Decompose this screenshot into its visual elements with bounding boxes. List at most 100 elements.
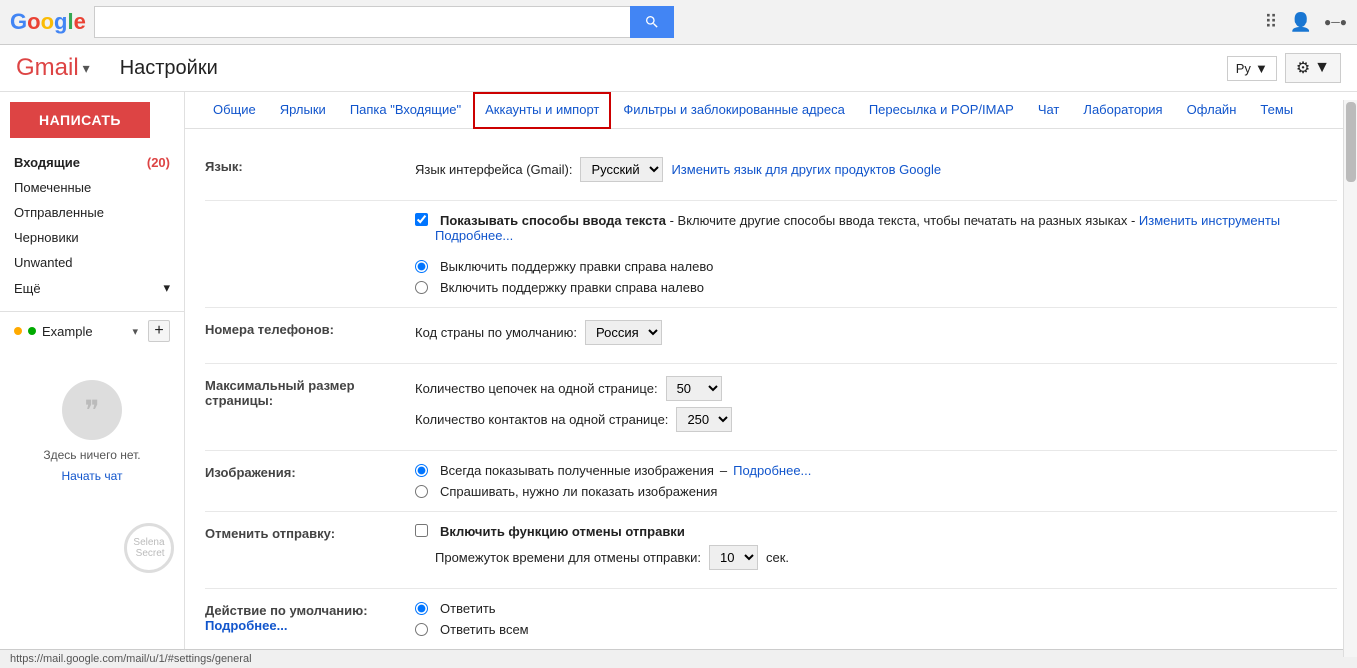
lang-arrow-icon: ▼ bbox=[1255, 61, 1268, 76]
language-select[interactable]: Русский bbox=[580, 157, 663, 182]
images-ask-radio[interactable] bbox=[415, 485, 428, 498]
input-tools-more-link[interactable]: Подробнее... bbox=[435, 228, 513, 243]
phone-control: Код страны по умолчанию: Россия bbox=[415, 320, 1337, 351]
default-action-label: Действие по умолчанию: bbox=[205, 603, 399, 618]
header-right: Ру ▼ ⚙ ▼ bbox=[1227, 53, 1341, 83]
sidebar-item-sent[interactable]: Отправленные bbox=[0, 200, 184, 225]
lang-value: Ру bbox=[1236, 61, 1251, 76]
gear-icon: ⚙ bbox=[1296, 58, 1310, 78]
contacts-per-page-label: Количество контактов на одной странице: bbox=[415, 412, 668, 427]
chat-avatar: ❞ bbox=[62, 380, 122, 440]
tab-lab[interactable]: Лаборатория bbox=[1071, 92, 1174, 129]
search-input[interactable] bbox=[94, 6, 630, 38]
contacts-select[interactable]: 250 50 100 bbox=[676, 407, 732, 432]
threads-select[interactable]: 50 25 100 bbox=[666, 376, 722, 401]
scrollbar-track[interactable] bbox=[1343, 100, 1357, 657]
images-control: Всегда показывать полученные изображения… bbox=[415, 463, 1337, 499]
inbox-count: (20) bbox=[147, 155, 170, 170]
language-control: Язык интерфейса (Gmail): Русский Изменит… bbox=[415, 157, 1337, 188]
search-button[interactable] bbox=[630, 6, 674, 38]
search-icon bbox=[644, 14, 660, 30]
default-action-control: Ответить Ответить всем bbox=[415, 601, 1337, 637]
apps-icon[interactable]: ⠿ bbox=[1264, 12, 1277, 33]
reply-radio[interactable] bbox=[415, 602, 428, 615]
gear-arrow-icon: ▼ bbox=[1314, 59, 1330, 77]
tab-filters[interactable]: Фильтры и заблокированные адреса bbox=[611, 92, 856, 129]
language-row: Язык: Язык интерфейса (Gmail): Русский И… bbox=[205, 145, 1337, 201]
tab-forwarding[interactable]: Пересылка и POP/IMAP bbox=[857, 92, 1026, 129]
page-size-row: Максимальный размер страницы: Количество… bbox=[205, 364, 1337, 451]
phone-country-select[interactable]: Россия bbox=[585, 320, 662, 345]
images-always-radio[interactable] bbox=[415, 464, 428, 477]
unwanted-label: Unwanted bbox=[14, 255, 73, 270]
sidebar-item-more[interactable]: Ещё ▾ bbox=[0, 275, 184, 301]
default-action-label-wrapper: Действие по умолчанию: Подробнее... bbox=[205, 601, 415, 633]
account-section: Example ▾ + bbox=[0, 311, 184, 350]
chat-avatar-icon: ❞ bbox=[84, 394, 99, 427]
sent-label: Отправленные bbox=[14, 205, 104, 220]
starred-label: Помеченные bbox=[14, 180, 91, 195]
sidebar-item-starred[interactable]: Помеченные bbox=[0, 175, 184, 200]
change-lang-link[interactable]: Изменить язык для других продуктов Googl… bbox=[671, 162, 941, 177]
images-more-link[interactable]: Подробнее... bbox=[733, 463, 811, 478]
gmail-logo-text: Gmail bbox=[16, 54, 79, 82]
tab-offline[interactable]: Офлайн bbox=[1175, 92, 1249, 129]
sidebar-item-drafts[interactable]: Черновики bbox=[0, 225, 184, 250]
undo-send-control: Включить функцию отмены отправки Промежу… bbox=[415, 524, 1337, 576]
undo-delay-select[interactable]: 10 5 20 30 bbox=[709, 545, 758, 570]
phone-row: Номера телефонов: Код страны по умолчани… bbox=[205, 308, 1337, 364]
start-chat-link[interactable]: Начать чат bbox=[62, 469, 123, 483]
account-dropdown-icon[interactable]: ▾ bbox=[132, 325, 138, 338]
tab-labels[interactable]: Ярлыки bbox=[268, 92, 338, 129]
images-label: Изображения: bbox=[205, 463, 415, 480]
tab-inbox[interactable]: Папка "Входящие" bbox=[338, 92, 473, 129]
images-row: Изображения: Всегда показывать полученны… bbox=[205, 451, 1337, 512]
gear-button[interactable]: ⚙ ▼ bbox=[1285, 53, 1341, 83]
tab-chat[interactable]: Чат bbox=[1026, 92, 1072, 129]
main-layout: НАПИСАТЬ Входящие (20) Помеченные Отправ… bbox=[0, 92, 1357, 649]
google-logo[interactable]: Google bbox=[10, 9, 86, 35]
rtl-label bbox=[205, 259, 415, 261]
account-status-dot-green bbox=[28, 327, 36, 335]
rtl-off-label: Выключить поддержку правки справа налево bbox=[440, 259, 713, 274]
change-tools-link[interactable]: Изменить инструменты bbox=[1139, 213, 1280, 228]
tab-themes[interactable]: Темы bbox=[1248, 92, 1305, 129]
gmail-dropdown-icon[interactable]: ▾ bbox=[83, 60, 90, 77]
gmail-logo[interactable]: Gmail ▾ bbox=[16, 54, 90, 82]
gmail-header: Gmail ▾ Настройки Ру ▼ ⚙ ▼ bbox=[0, 45, 1357, 92]
account-status-dot-orange bbox=[14, 327, 22, 335]
images-ask-label: Спрашивать, нужно ли показать изображени… bbox=[440, 484, 717, 499]
input-tools-checkbox[interactable] bbox=[415, 213, 428, 226]
browser-icons: ⠿ 👤 ●─● bbox=[1264, 12, 1347, 33]
search-bar bbox=[94, 6, 674, 38]
page-size-label: Максимальный размер страницы: bbox=[205, 376, 415, 408]
compose-button[interactable]: НАПИСАТЬ bbox=[10, 102, 150, 138]
sidebar-item-unwanted[interactable]: Unwanted bbox=[0, 250, 184, 275]
url-bar: https://mail.google.com/mail/u/1/#settin… bbox=[0, 649, 1357, 668]
add-account-button[interactable]: + bbox=[148, 320, 170, 342]
reply-all-radio[interactable] bbox=[415, 623, 428, 636]
account-icon[interactable]: 👤 bbox=[1290, 12, 1312, 33]
tab-accounts[interactable]: Аккаунты и импорт bbox=[473, 92, 611, 129]
undo-send-checkbox[interactable] bbox=[415, 524, 428, 537]
rtl-control: Выключить поддержку правки справа налево… bbox=[415, 259, 1337, 295]
more-icon[interactable]: ●─● bbox=[1324, 15, 1347, 29]
scrollbar-thumb[interactable] bbox=[1346, 102, 1356, 182]
tab-general[interactable]: Общие bbox=[201, 92, 268, 129]
undo-sec-label: сек. bbox=[766, 550, 789, 565]
input-tools-row: Показывать способы ввода текста - Включи… bbox=[205, 201, 1337, 247]
input-tools-text: Показывать способы ввода текста bbox=[440, 213, 666, 228]
chat-empty-text: Здесь ничего нет. bbox=[14, 448, 170, 462]
inbox-label: Входящие bbox=[14, 155, 80, 170]
rtl-off-radio[interactable] bbox=[415, 260, 428, 273]
default-action-row: Действие по умолчанию: Подробнее... Отве… bbox=[205, 589, 1337, 649]
account-name[interactable]: Example bbox=[42, 324, 126, 339]
default-action-more-link[interactable]: Подробнее... bbox=[205, 618, 287, 633]
sidebar-item-inbox[interactable]: Входящие (20) bbox=[0, 150, 184, 175]
rtl-on-radio[interactable] bbox=[415, 281, 428, 294]
more-label: Ещё bbox=[14, 281, 41, 296]
chat-section: ❞ Здесь ничего нет. Начать чат bbox=[0, 370, 184, 493]
page-size-control: Количество цепочек на одной странице: 50… bbox=[415, 376, 1337, 438]
language-selector[interactable]: Ру ▼ bbox=[1227, 56, 1277, 81]
language-label: Язык: bbox=[205, 157, 415, 174]
